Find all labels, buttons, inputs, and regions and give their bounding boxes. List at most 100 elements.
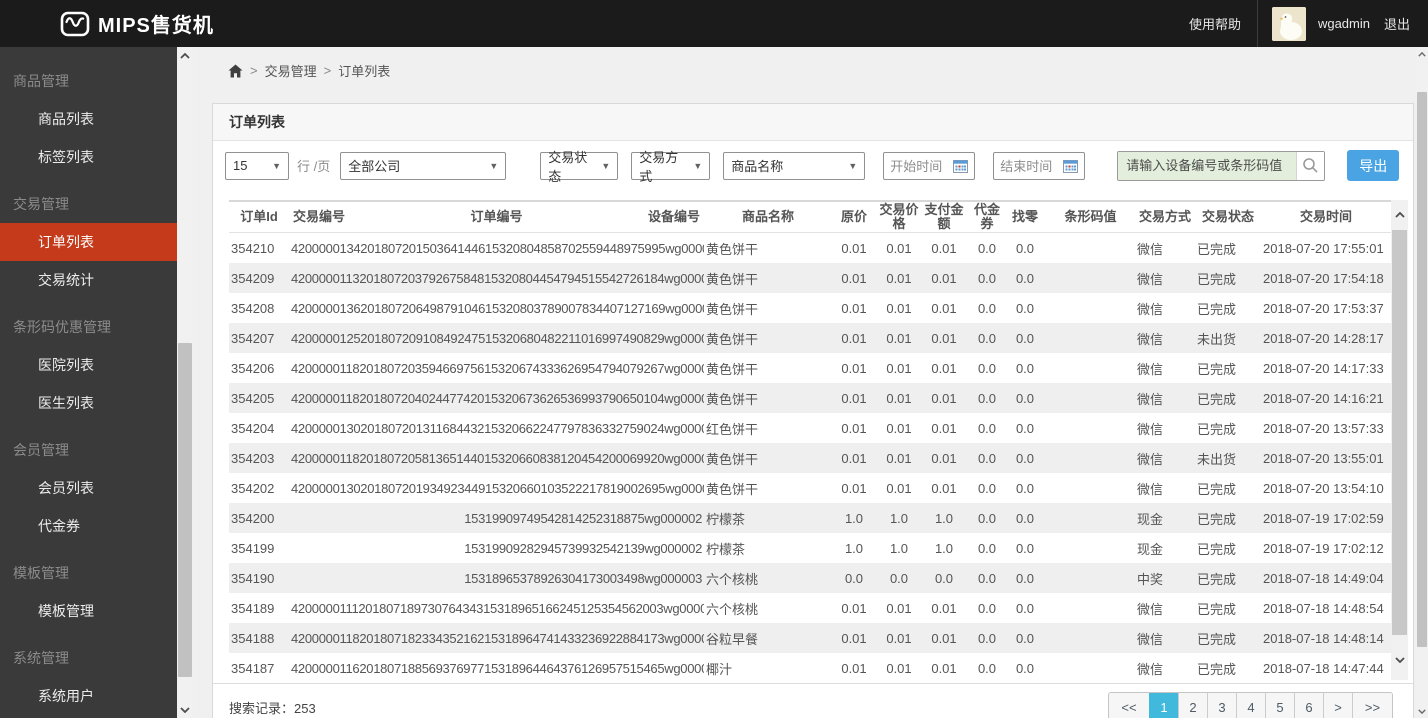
table-row[interactable]: 354204 4200000130201807201311684432153206…: [229, 413, 1391, 443]
sidebar-item-template-mgmt[interactable]: 模板管理: [0, 592, 177, 630]
page-size-select[interactable]: 15 ▼: [225, 151, 289, 180]
page-button-6[interactable]: 6: [1294, 693, 1323, 718]
export-button[interactable]: 导出: [1347, 150, 1400, 181]
scroll-down-icon[interactable]: [1391, 651, 1408, 668]
table-row[interactable]: 354188 4200000118201807182334352162153189…: [229, 623, 1391, 653]
cell-method: 微信: [1137, 361, 1164, 377]
cell-pay-amount: 0.01: [931, 420, 957, 436]
cell-method: 微信: [1137, 241, 1164, 257]
trade-status-select[interactable]: 交易状态 ▼: [540, 150, 619, 184]
cell-barcode: [1042, 563, 1135, 593]
page-button-next[interactable]: >: [1323, 693, 1352, 718]
breadcrumb-order-list[interactable]: 订单列表: [338, 61, 390, 80]
sidebar-item-order-list[interactable]: 订单列表: [0, 223, 177, 261]
sidebar-scrollbar[interactable]: [177, 47, 193, 718]
page-button-5[interactable]: 5: [1265, 693, 1294, 718]
table-row[interactable]: 354206 4200000118201807203594669756153206…: [229, 353, 1391, 383]
cell-method: 现金: [1137, 541, 1164, 557]
table-row[interactable]: 354207 4200000125201807209108492475153206…: [229, 323, 1391, 353]
cell-code: 4200000125201807209108492475153206804822…: [291, 330, 704, 346]
start-time-input[interactable]: 开始时间: [883, 151, 976, 180]
scroll-down-icon[interactable]: [1416, 704, 1428, 718]
username[interactable]: wgadmin: [1318, 16, 1370, 31]
table-row[interactable]: 354200 15319909749542814252318875wg000002…: [229, 503, 1391, 533]
cell-change: 0.0: [1015, 420, 1035, 436]
product-name-value: 商品名称: [731, 159, 784, 174]
table-row[interactable]: 354202 4200000130201807201934923449153206…: [229, 473, 1391, 503]
sidebar-item-tag-list[interactable]: 标签列表: [0, 138, 177, 176]
col-trade-no: 交易编号: [293, 209, 346, 224]
page-button-last[interactable]: >>: [1352, 693, 1392, 718]
cell-time: 2018-07-19 17:02:59: [1263, 510, 1384, 526]
search-input[interactable]: [1118, 151, 1297, 180]
page-button-first[interactable]: <<: [1109, 693, 1149, 718]
table-row[interactable]: 354203 4200000118201807205813651440153206…: [229, 443, 1391, 473]
scroll-up-icon[interactable]: [1391, 206, 1408, 223]
table-row[interactable]: 354205 4200000118201807204024477420153206…: [229, 383, 1391, 413]
table-row[interactable]: 354210 4200000134201807201503641446153208…: [229, 233, 1391, 264]
table-row[interactable]: 354208 4200000136201807206498791046153208…: [229, 293, 1391, 323]
cell-voucher: 0.0: [977, 570, 997, 586]
cell-code: 4200000136201807206498791046153208037890…: [291, 300, 704, 316]
avatar[interactable]: [1271, 6, 1306, 41]
sidebar-item-hospital-list[interactable]: 医院列表: [0, 346, 177, 384]
page-scrollbar[interactable]: [1416, 47, 1428, 718]
product-name-select[interactable]: 商品名称 ▼: [723, 151, 866, 180]
cell-change: 0.0: [1015, 630, 1035, 646]
scroll-down-icon[interactable]: [177, 701, 193, 718]
cell-trade-price: 0.0: [889, 570, 909, 586]
cell-trade-price: 1.0: [889, 540, 909, 556]
page-scrollbar-thumb[interactable]: [1417, 92, 1427, 647]
header-divider: [1256, 0, 1258, 47]
sidebar-item-trade-stats[interactable]: 交易统计: [0, 261, 177, 299]
table-row[interactable]: 354190 15318965378926304173003498wg000003…: [229, 563, 1391, 593]
page-button-2[interactable]: 2: [1178, 693, 1207, 718]
sidebar-group-barcode-discount-mgmt: 条形码优惠管理: [13, 319, 111, 335]
sidebar-item-voucher[interactable]: 代金券: [0, 507, 177, 545]
cell-status: 已完成: [1197, 571, 1237, 587]
table-scrollbar[interactable]: [1391, 200, 1408, 680]
company-select[interactable]: 全部公司 ▼: [340, 151, 507, 180]
table-scrollbar-thumb[interactable]: [1392, 230, 1407, 635]
cell-order-id: 354207: [231, 330, 275, 346]
end-time-input[interactable]: 结束时间: [993, 151, 1086, 180]
calendar-icon[interactable]: [1063, 159, 1079, 173]
cell-change: 0.0: [1015, 540, 1035, 556]
cell-method: 微信: [1137, 481, 1164, 497]
cell-change: 0.0: [1015, 600, 1035, 616]
cell-code: 4200000113201807203792675848153208044547…: [291, 270, 704, 286]
sidebar-item-product-list[interactable]: 商品列表: [0, 100, 177, 138]
help-link[interactable]: 使用帮助: [1189, 14, 1241, 33]
logout-link[interactable]: 退出: [1384, 14, 1410, 33]
sidebar-group-member-mgmt: 会员管理: [13, 442, 69, 458]
sidebar-item-doctor-list[interactable]: 医生列表: [0, 384, 177, 422]
pagination: << 1 2 3 4 5 6 > >>: [1108, 692, 1393, 718]
calendar-icon[interactable]: [953, 159, 969, 173]
search-button[interactable]: [1296, 151, 1325, 180]
cell-product: 黄色饼干: [706, 361, 759, 377]
cell-price: 0.01: [841, 450, 867, 466]
breadcrumb-trade-mgmt[interactable]: 交易管理: [265, 61, 317, 80]
table-row[interactable]: 354189 4200000111201807189730764343153189…: [229, 593, 1391, 623]
scroll-up-icon[interactable]: [177, 47, 193, 64]
table-row[interactable]: 354199 15319909282945739932542139wg000002…: [229, 533, 1391, 563]
cell-price: 1.0: [844, 540, 864, 556]
sidebar-scrollbar-thumb[interactable]: [178, 343, 192, 677]
page-button-1[interactable]: 1: [1149, 693, 1178, 718]
sidebar-item-member-list[interactable]: 会员列表: [0, 469, 177, 507]
trade-method-select[interactable]: 交易方式 ▼: [631, 150, 711, 184]
scroll-up-icon[interactable]: [1416, 47, 1428, 61]
table-header-row: 订单Id 交易编号 订单编号 设备编号 商品名称 原价 交易价格 支付金额 代金…: [229, 201, 1391, 233]
page-button-3[interactable]: 3: [1207, 693, 1236, 718]
cell-voucher: 0.0: [977, 240, 997, 256]
home-icon[interactable]: [228, 64, 243, 78]
page-button-4[interactable]: 4: [1236, 693, 1265, 718]
table-row[interactable]: 354187 4200000116201807188569376977153189…: [229, 653, 1391, 683]
cell-pay-amount: 0.01: [931, 330, 957, 346]
cell-method: 微信: [1137, 301, 1164, 317]
cell-method: 微信: [1137, 451, 1164, 467]
cell-product: 黄色饼干: [706, 451, 759, 467]
table-row[interactable]: 354209 4200000113201807203792675848153208…: [229, 263, 1391, 293]
cell-price: 0.01: [841, 300, 867, 316]
sidebar-item-system-user[interactable]: 系统用户: [0, 677, 177, 715]
